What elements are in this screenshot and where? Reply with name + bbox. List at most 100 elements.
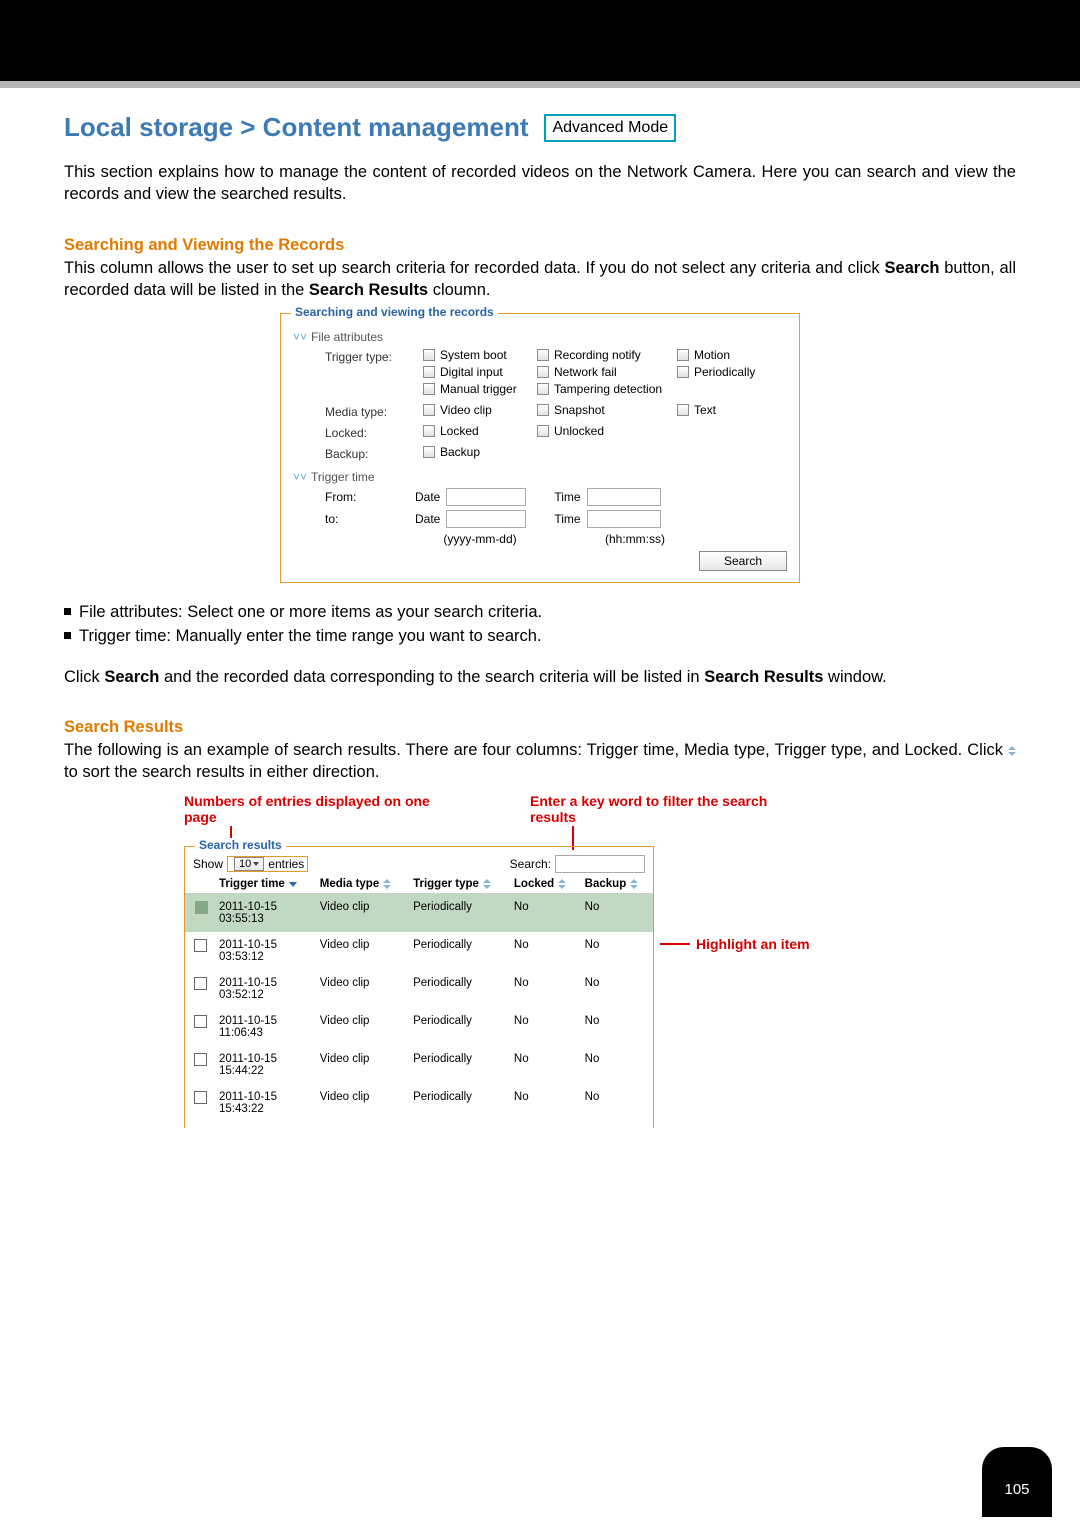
column-header[interactable]: Locked xyxy=(510,875,581,894)
from-time-input[interactable] xyxy=(587,488,661,506)
checkbox-icon[interactable] xyxy=(677,349,689,361)
checkbox-icon[interactable] xyxy=(537,349,549,361)
search-results-heading: Search Results xyxy=(64,718,1016,737)
table-cell: 2011-10-1515:44:22 xyxy=(215,1046,316,1084)
checkbox-icon[interactable] xyxy=(423,425,435,437)
checkbox-icon[interactable] xyxy=(423,383,435,395)
checkbox-icon[interactable] xyxy=(423,404,435,416)
table-row[interactable]: 2011-10-1503:55:13Video clipPeriodically… xyxy=(185,893,653,932)
checkbox-option[interactable]: Manual trigger xyxy=(423,382,529,396)
checkbox-option[interactable]: Recording notify xyxy=(537,348,669,362)
date-hint: (yyyy-mm-dd) xyxy=(415,532,545,546)
sort-icon[interactable] xyxy=(630,879,638,889)
table-row[interactable]: 2011-10-1515:43:22Video clipPeriodically… xyxy=(185,1084,653,1122)
search-panel-title: Searching and viewing the records xyxy=(291,305,498,319)
bullet-icon xyxy=(64,632,71,639)
column-header[interactable]: Trigger time xyxy=(215,875,316,894)
trigger-time-group[interactable]: ˅˅Trigger time xyxy=(293,470,787,484)
checkbox-icon[interactable] xyxy=(537,383,549,395)
checkbox-icon[interactable] xyxy=(677,404,689,416)
table-cell: No xyxy=(581,1008,653,1046)
checkbox-label: Backup xyxy=(440,445,480,459)
sort-icon[interactable] xyxy=(383,879,391,889)
sort-icon[interactable] xyxy=(483,879,491,889)
trigger-type-label: Trigger type: xyxy=(293,348,423,364)
checkbox-label: Locked xyxy=(440,424,479,438)
table-cell: Video clip xyxy=(316,1008,409,1046)
checkbox-label: Recording notify xyxy=(554,348,641,362)
searching-paragraph: This column allows the user to set up se… xyxy=(64,257,1016,302)
locked-label: Locked: xyxy=(293,424,423,440)
table-cell: No xyxy=(581,1084,653,1122)
checkbox-option[interactable]: Text xyxy=(677,403,777,417)
row-checkbox[interactable] xyxy=(194,1053,207,1066)
row-checkbox[interactable] xyxy=(194,939,207,952)
checkbox-icon[interactable] xyxy=(423,349,435,361)
table-row[interactable]: 2011-10-1515:44:22Video clipPeriodically… xyxy=(185,1046,653,1084)
file-attributes-group[interactable]: ˅˅File attributes xyxy=(293,330,787,344)
checkbox-option[interactable]: Tampering detection xyxy=(537,382,669,396)
checkbox-option[interactable]: Snapshot xyxy=(537,403,669,417)
checkbox-icon[interactable] xyxy=(423,366,435,378)
checkbox-icon[interactable] xyxy=(677,366,689,378)
to-time-input[interactable] xyxy=(587,510,661,528)
table-row[interactable]: 2011-10-1511:06:43Video clipPeriodically… xyxy=(185,1008,653,1046)
column-header[interactable]: Media type xyxy=(316,875,409,894)
checkbox-option[interactable]: Locked xyxy=(423,424,529,438)
table-cell: No xyxy=(581,893,653,932)
to-date-input[interactable] xyxy=(446,510,526,528)
results-panel: Search results Show 10 entries Search: xyxy=(184,846,654,1128)
bullet-icon xyxy=(64,608,71,615)
search-results-paragraph: The following is an example of search re… xyxy=(64,739,1016,784)
checkbox-option[interactable]: Backup xyxy=(423,445,529,459)
checkbox-label: Network fail xyxy=(554,365,617,379)
table-cell: Periodically xyxy=(409,1008,510,1046)
table-cell: Periodically xyxy=(409,932,510,970)
table-cell: No xyxy=(581,932,653,970)
table-cell: Video clip xyxy=(316,932,409,970)
checkbox-icon[interactable] xyxy=(537,425,549,437)
table-cell: Video clip xyxy=(316,1084,409,1122)
entries-select[interactable]: 10 xyxy=(234,857,264,871)
checkbox-label: System boot xyxy=(440,348,507,362)
checkbox-option[interactable]: Video clip xyxy=(423,403,529,417)
advanced-mode-badge: Advanced Mode xyxy=(544,114,676,142)
search-button[interactable]: Search xyxy=(699,551,787,571)
sort-icon[interactable] xyxy=(558,879,566,889)
row-checkbox[interactable] xyxy=(194,1015,207,1028)
checkbox-icon[interactable] xyxy=(423,446,435,458)
checkbox-option[interactable]: Periodically xyxy=(677,365,777,379)
show-label: Show xyxy=(193,857,223,871)
table-row[interactable]: 2011-10-1503:52:12Video clipPeriodically… xyxy=(185,970,653,1008)
annotation-highlight: Highlight an item xyxy=(696,936,810,952)
checkbox-label: Tampering detection xyxy=(554,382,662,396)
table-cell: Periodically xyxy=(409,1084,510,1122)
sort-icon xyxy=(1008,746,1016,756)
column-header[interactable]: Trigger type xyxy=(409,875,510,894)
table-cell: No xyxy=(581,970,653,1008)
checkbox-icon[interactable] xyxy=(537,404,549,416)
checkbox-option[interactable]: Network fail xyxy=(537,365,669,379)
checkbox-option[interactable]: Digital input xyxy=(423,365,529,379)
table-cell: No xyxy=(510,893,581,932)
checkbox-label: Text xyxy=(694,403,716,417)
checkbox-label: Periodically xyxy=(694,365,755,379)
table-row[interactable]: 2011-10-1503:53:12Video clipPeriodically… xyxy=(185,932,653,970)
checkbox-option[interactable]: System boot xyxy=(423,348,529,362)
from-date-input[interactable] xyxy=(446,488,526,506)
sort-icon[interactable] xyxy=(289,882,297,887)
column-header[interactable]: Backup xyxy=(581,875,653,894)
checkbox-option[interactable]: Motion xyxy=(677,348,777,362)
row-checkbox[interactable] xyxy=(195,901,208,914)
results-search-label: Search: xyxy=(510,857,551,871)
table-cell: 2011-10-1503:53:12 xyxy=(215,932,316,970)
checkbox-icon[interactable] xyxy=(537,366,549,378)
to-label: to: xyxy=(293,512,415,526)
page-title: Local storage > Content management xyxy=(64,112,528,143)
row-checkbox[interactable] xyxy=(194,1091,207,1104)
row-checkbox[interactable] xyxy=(194,977,207,990)
results-search-input[interactable] xyxy=(555,855,645,873)
from-time-label: Time xyxy=(554,490,580,504)
checkbox-option[interactable]: Unlocked xyxy=(537,424,669,438)
table-cell: Video clip xyxy=(316,970,409,1008)
